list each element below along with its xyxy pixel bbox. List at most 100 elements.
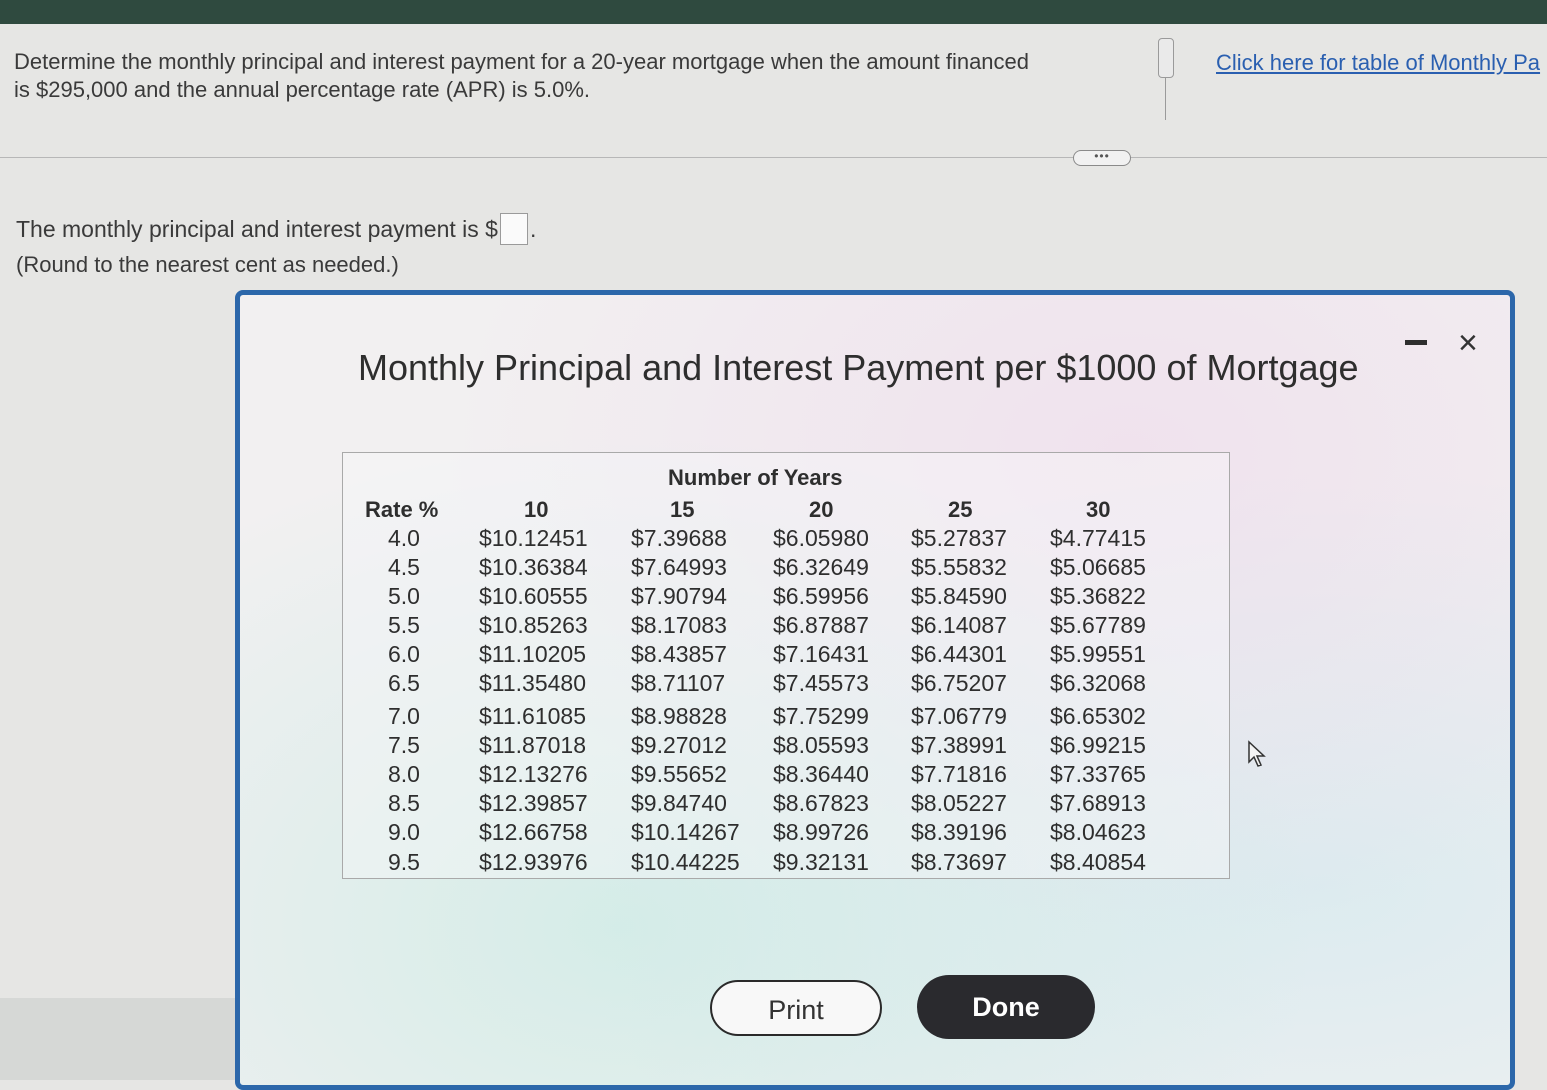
cell-rate: 6.5 <box>388 670 420 696</box>
cell-15-year: $10.14267 <box>631 819 740 845</box>
round-note: (Round to the nearest cent as needed.) <box>16 252 399 277</box>
cell-10-year: $11.35480 <box>479 670 587 696</box>
modal-title: Monthly Principal and Interest Payment p… <box>358 347 1359 388</box>
cell-10-year: $12.13276 <box>479 761 588 787</box>
done-button[interactable]: Done <box>917 975 1095 1039</box>
table-row: 4.0 $10.12451 $7.39688 $6.05980 $5.27837 $4.7… <box>343 525 1229 554</box>
year-header-10: 10 <box>524 497 549 522</box>
answer-input[interactable] <box>499 213 528 245</box>
cell-25-year: $6.14087 <box>911 612 1007 638</box>
question-area: Determine the monthly principal and inte… <box>0 24 1547 159</box>
cell-30-year: $8.40854 <box>1050 849 1146 875</box>
cell-10-year: $11.61085 <box>479 703 587 729</box>
table-row: 7.0 $11.61085 $8.98828 $7.75299 $7.06779 $6.6… <box>343 703 1229 732</box>
cell-30-year: $7.33765 <box>1050 761 1146 787</box>
divider <box>0 157 1547 158</box>
table-row: 8.5 $12.39857 $9.84740 $8.67823 $8.05227 $7.6… <box>343 790 1229 819</box>
cell-15-year: $7.64993 <box>631 554 727 580</box>
years-heading: Number of Years <box>668 465 843 490</box>
cell-15-year: $9.55652 <box>631 761 727 787</box>
cell-rate: 9.5 <box>388 849 420 875</box>
answer-suffix: . <box>529 215 537 242</box>
splitter-handle[interactable] <box>1158 38 1174 78</box>
cell-rate: 5.0 <box>388 583 420 609</box>
cell-20-year: $6.32649 <box>773 554 869 580</box>
cell-30-year: $6.99215 <box>1050 732 1146 758</box>
cell-20-year: $8.05593 <box>773 732 869 758</box>
cell-20-year: $8.99726 <box>773 819 869 845</box>
cell-20-year: $6.05980 <box>773 525 869 551</box>
mouse-cursor-icon <box>1248 740 1266 767</box>
cell-20-year: $6.87887 <box>773 612 869 638</box>
cell-30-year: $7.68913 <box>1050 790 1146 816</box>
table-row: 8.0 $12.13276 $9.55652 $8.36440 $7.71816 $7.3… <box>343 761 1229 790</box>
table-row: 4.5 $10.36384 $7.64993 $6.32649 $5.55832 $5.0… <box>343 554 1229 583</box>
question-line-1: Determine the monthly principal and inte… <box>14 49 1030 74</box>
rate-header: Rate % <box>365 497 439 522</box>
monthly-payment-modal: Monthly Principal and Interest Payment p… <box>235 290 1515 1090</box>
cell-15-year: $7.90794 <box>631 583 727 609</box>
cell-30-year: $8.04623 <box>1050 819 1146 845</box>
cell-15-year: $8.43857 <box>631 641 727 667</box>
year-header-30: 30 <box>1086 497 1111 522</box>
more-button[interactable]: ••• <box>1073 150 1131 166</box>
print-button[interactable]: Print <box>710 980 882 1036</box>
cell-20-year: $7.16431 <box>773 641 869 667</box>
cell-30-year: $6.65302 <box>1050 703 1146 729</box>
cell-rate: 4.0 <box>388 525 420 551</box>
cell-10-year: $10.60555 <box>479 583 588 609</box>
cell-15-year: $9.84740 <box>631 790 727 816</box>
cell-rate: 8.5 <box>388 790 420 816</box>
cell-10-year: $10.36384 <box>479 554 588 580</box>
cell-20-year: $9.32131 <box>773 849 869 875</box>
cell-10-year: $12.39857 <box>479 790 588 816</box>
cell-30-year: $5.99551 <box>1050 641 1146 667</box>
cell-20-year: $8.67823 <box>773 790 869 816</box>
cell-rate: 7.5 <box>388 732 420 758</box>
cell-20-year: $7.75299 <box>773 703 869 729</box>
table-row: 5.5 $10.85263 $8.17083 $6.87887 $6.14087 $5.6… <box>343 612 1229 641</box>
cell-25-year: $5.84590 <box>911 583 1007 609</box>
cell-20-year: $7.45573 <box>773 670 869 696</box>
year-header-25: 25 <box>948 497 973 522</box>
cell-10-year: $11.87018 <box>479 732 587 758</box>
background-strip <box>0 998 240 1080</box>
table-link[interactable]: Click here for table of Monthly Pa <box>1216 50 1547 76</box>
close-icon[interactable]: × <box>1458 323 1478 363</box>
cell-30-year: $5.67789 <box>1050 612 1146 638</box>
cell-15-year: $10.44225 <box>631 849 740 875</box>
cell-rate: 9.0 <box>388 819 420 845</box>
answer-prefix: The monthly principal and interest payme… <box>16 215 498 242</box>
cell-25-year: $8.39196 <box>911 819 1007 845</box>
cell-10-year: $10.12451 <box>479 525 588 551</box>
cell-rate: 6.0 <box>388 641 420 667</box>
cell-10-year: $10.85263 <box>479 612 588 638</box>
year-header-20: 20 <box>809 497 834 522</box>
cell-25-year: $7.71816 <box>911 761 1007 787</box>
table-row: 9.0 $12.66758 $10.14267 $8.99726 $8.39196 $8.… <box>343 819 1229 848</box>
table-row: 9.5 $12.93976 $10.44225 $9.32131 $8.73697 $8.… <box>343 849 1229 878</box>
cell-rate: 4.5 <box>388 554 420 580</box>
cell-15-year: $9.27012 <box>631 732 727 758</box>
cell-25-year: $6.75207 <box>911 670 1007 696</box>
cell-rate: 7.0 <box>388 703 420 729</box>
cell-10-year: $11.10205 <box>479 641 587 667</box>
cell-30-year: $6.32068 <box>1050 670 1146 696</box>
year-header-15: 15 <box>670 497 695 522</box>
table-row: 7.5 $11.87018 $9.27012 $8.05593 $7.38991 $6.9… <box>343 732 1229 761</box>
table-row: 5.0 $10.60555 $7.90794 $6.59956 $5.84590 $5.3… <box>343 583 1229 612</box>
cell-10-year: $12.93976 <box>479 849 588 875</box>
table-row: 6.0 $11.10205 $8.43857 $7.16431 $6.44301 $5.9… <box>343 641 1229 670</box>
cell-15-year: $8.98828 <box>631 703 727 729</box>
minimize-icon[interactable] <box>1405 340 1427 345</box>
splitter-line <box>1165 78 1166 120</box>
cell-10-year: $12.66758 <box>479 819 588 845</box>
cell-25-year: $8.73697 <box>911 849 1007 875</box>
cell-25-year: $7.38991 <box>911 732 1007 758</box>
cell-rate: 5.5 <box>388 612 420 638</box>
payment-table: Number of Years Rate % 10 15 20 25 30 4.… <box>342 452 1230 879</box>
cell-25-year: $8.05227 <box>911 790 1007 816</box>
table-row: 6.5 $11.35480 $8.71107 $7.45573 $6.75207 $6.3… <box>343 670 1229 699</box>
cell-25-year: $6.44301 <box>911 641 1007 667</box>
cell-25-year: $5.55832 <box>911 554 1007 580</box>
